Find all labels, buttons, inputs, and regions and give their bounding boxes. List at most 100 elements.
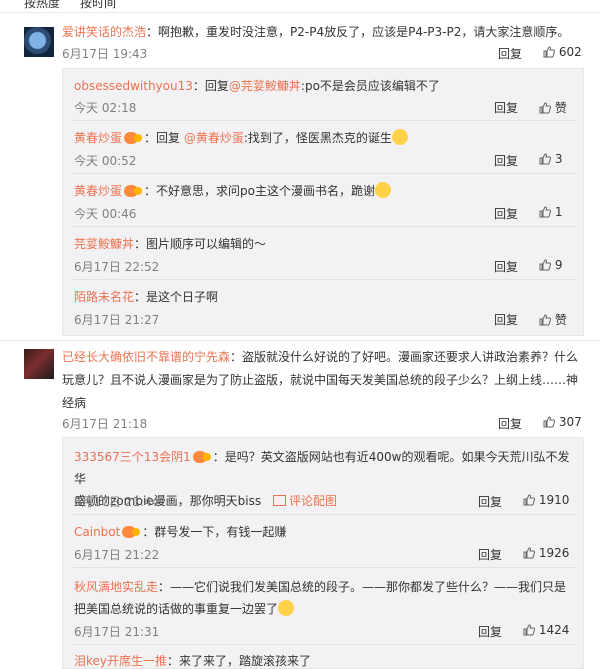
member-badge-icon (124, 132, 143, 144)
divider (72, 567, 576, 568)
thumbs-up-icon (523, 494, 535, 506)
emoji-icon (374, 182, 391, 198)
sort-by-time-tab[interactable]: 按时间 (80, 0, 116, 11)
thumbs-up-icon (543, 46, 555, 58)
reply-text: ：群号发一下，有钱一起赚 (142, 525, 287, 539)
reply-body: obsessedwithyou13：回复@芫荽鮟鱇丼:po不是会员应该编辑不了 (74, 77, 574, 94)
like-button[interactable]: 1910 (523, 493, 569, 507)
thumbs-up-icon (523, 624, 535, 636)
reply-text: ：——它们说我们发美国总统的段子。——那你都发了些什么？——我们只是 (158, 580, 567, 594)
reply-username[interactable]: 陌路未名花 (74, 290, 134, 304)
comment-image-label: 评论配图 (288, 494, 337, 508)
divider (72, 173, 576, 174)
sort-bar: 按热度 按时间 (0, 0, 600, 12)
thumbs-up-icon (523, 547, 535, 559)
reply-text: :找到了，怪医黑杰克的诞生 (243, 131, 392, 145)
reply-time: 今天 02:18 (74, 101, 137, 115)
like-button[interactable]: 3 (539, 152, 562, 166)
comment-image-link[interactable]: 评论配图 (272, 494, 337, 508)
emoji-icon (278, 600, 295, 616)
thumbs-up-icon (539, 153, 551, 165)
like-button[interactable]: 1 (539, 205, 562, 219)
reply-text: :po不是会员应该编辑不了 (300, 79, 440, 93)
like-count: 602 (558, 45, 582, 59)
comment-body: 已经长大确依旧不靠谱的宁先森：盗版就没什么好说的了好吧。漫画家还要求人讲政治素养… (62, 346, 592, 415)
like-button[interactable]: 1424 (523, 623, 569, 637)
reply-button[interactable]: 回复 (494, 205, 518, 222)
mention-link[interactable]: @黄春炒蛋 (184, 131, 244, 145)
thumbs-up-icon (539, 206, 551, 218)
member-badge-icon (192, 451, 211, 463)
like-count: 赞 (554, 101, 567, 115)
reply-button[interactable]: 回复 (494, 152, 518, 169)
reply-body: 黄春炒蛋 ：不好意思，求问po主这个漫画书名，跪谢 (74, 182, 574, 199)
reply-time: 6月17日 22:52 (74, 260, 160, 274)
member-badge-icon (122, 526, 141, 538)
reply-text: 把美国总统说的话做的事重复一边罢了 (74, 602, 279, 616)
comment-username[interactable]: 已经长大确依旧不靠谱的宁先森 (62, 350, 230, 364)
reply-time: 6月17日 21:22 (74, 548, 160, 562)
comment-text: 玩意儿？且不说人漫画家是为了防止盗版，就说中国每天发美国总统的段子少么？上纲上线… (62, 373, 579, 387)
like-button[interactable]: 9 (539, 258, 562, 272)
divider (72, 279, 576, 280)
reply-button[interactable]: 回复 (498, 45, 522, 62)
reply-button[interactable]: 回复 (494, 99, 518, 116)
reply-time: 今天 00:46 (74, 207, 137, 221)
like-button[interactable]: 赞 (539, 311, 567, 328)
reply-button[interactable]: 回复 (494, 311, 518, 328)
member-badge-icon (124, 185, 143, 197)
reply-username[interactable]: 秋风满地实乱走 (74, 580, 158, 594)
reply-text: ：回复 (144, 131, 184, 145)
reply-username[interactable]: 芫荽鮟鱇丼 (74, 237, 134, 251)
like-button[interactable]: 307 (543, 415, 582, 429)
reply-button[interactable]: 回复 (478, 623, 502, 640)
like-button[interactable]: 赞 (539, 99, 567, 116)
reply-button[interactable]: 回复 (478, 493, 502, 510)
mention-link[interactable]: @芫荽鮟鱇丼 (229, 79, 301, 93)
divider (72, 514, 576, 515)
reply-button[interactable]: 回复 (478, 546, 502, 563)
divider (72, 120, 576, 121)
reply-body: 芫荽鮟鱇丼：图片顺序可以编辑的～ (74, 235, 574, 252)
like-button[interactable]: 1926 (523, 546, 569, 560)
reply-username[interactable]: Cainbot (74, 525, 120, 539)
comment-time: 6月17日 21:18 (62, 417, 148, 431)
reply-text: ：图片顺序可以编辑的～ (134, 237, 267, 251)
reply-text: ：回复 (192, 79, 229, 93)
sort-by-hot-tab[interactable]: 按热度 (24, 0, 60, 11)
like-count: 307 (558, 415, 582, 429)
reply-username[interactable]: 黄春炒蛋 (74, 131, 122, 145)
reply-body: 泪key开席生一推：来了来了，踏旋滚孩来了 (74, 652, 574, 669)
reply-username[interactable]: obsessedwithyou13 (74, 79, 193, 93)
like-count: 1926 (538, 546, 570, 560)
emoji-icon (391, 129, 408, 145)
avatar[interactable] (24, 349, 54, 379)
divider (0, 340, 600, 341)
reply-text: ：是这个日子啊 (134, 290, 219, 304)
like-count: 1910 (538, 493, 570, 507)
reply-text: ：来了来了，踏旋滚孩来了 (167, 654, 312, 668)
reply-text: ：不好意思，求问po主这个漫画书名，跪谢 (144, 184, 375, 198)
image-icon (272, 495, 286, 506)
like-button[interactable]: 602 (543, 45, 582, 59)
reply-username[interactable]: 黄春炒蛋 (74, 184, 122, 198)
reply-username[interactable]: 333567三个13会阴1 (74, 450, 191, 464)
comment-text: 经病 (62, 396, 87, 410)
comment-username[interactable]: 爱讲笑话的杰浩 (62, 25, 146, 39)
reply-body: 秋风满地实乱走：——它们说我们发美国总统的段子。——那你都发了些什么？——我们只… (74, 576, 574, 620)
reply-body: Cainbot ：群号发一下，有钱一起赚 (74, 523, 574, 540)
thumbs-up-icon (543, 416, 555, 428)
reply-time: 6月17日 21:27 (74, 313, 160, 327)
reply-button[interactable]: 回复 (498, 415, 522, 432)
thumbs-up-icon (539, 102, 551, 114)
reply-button[interactable]: 回复 (494, 258, 518, 275)
comment-text: ：啊抱歉，重发时没注意，P2-P4放反了，应该是P4-P3-P2，请大家注意顺序… (146, 25, 570, 39)
reply-time: 6月17日 21:44 (74, 495, 160, 509)
like-count: 1424 (538, 623, 570, 637)
reply-time: 6月17日 21:31 (74, 625, 160, 639)
reply-username[interactable]: 泪key开席生一推 (74, 654, 167, 668)
reply-body: 陌路未名花：是这个日子啊 (74, 288, 574, 305)
divider (72, 226, 576, 227)
avatar[interactable] (24, 27, 54, 57)
like-count: 3 (554, 152, 563, 166)
